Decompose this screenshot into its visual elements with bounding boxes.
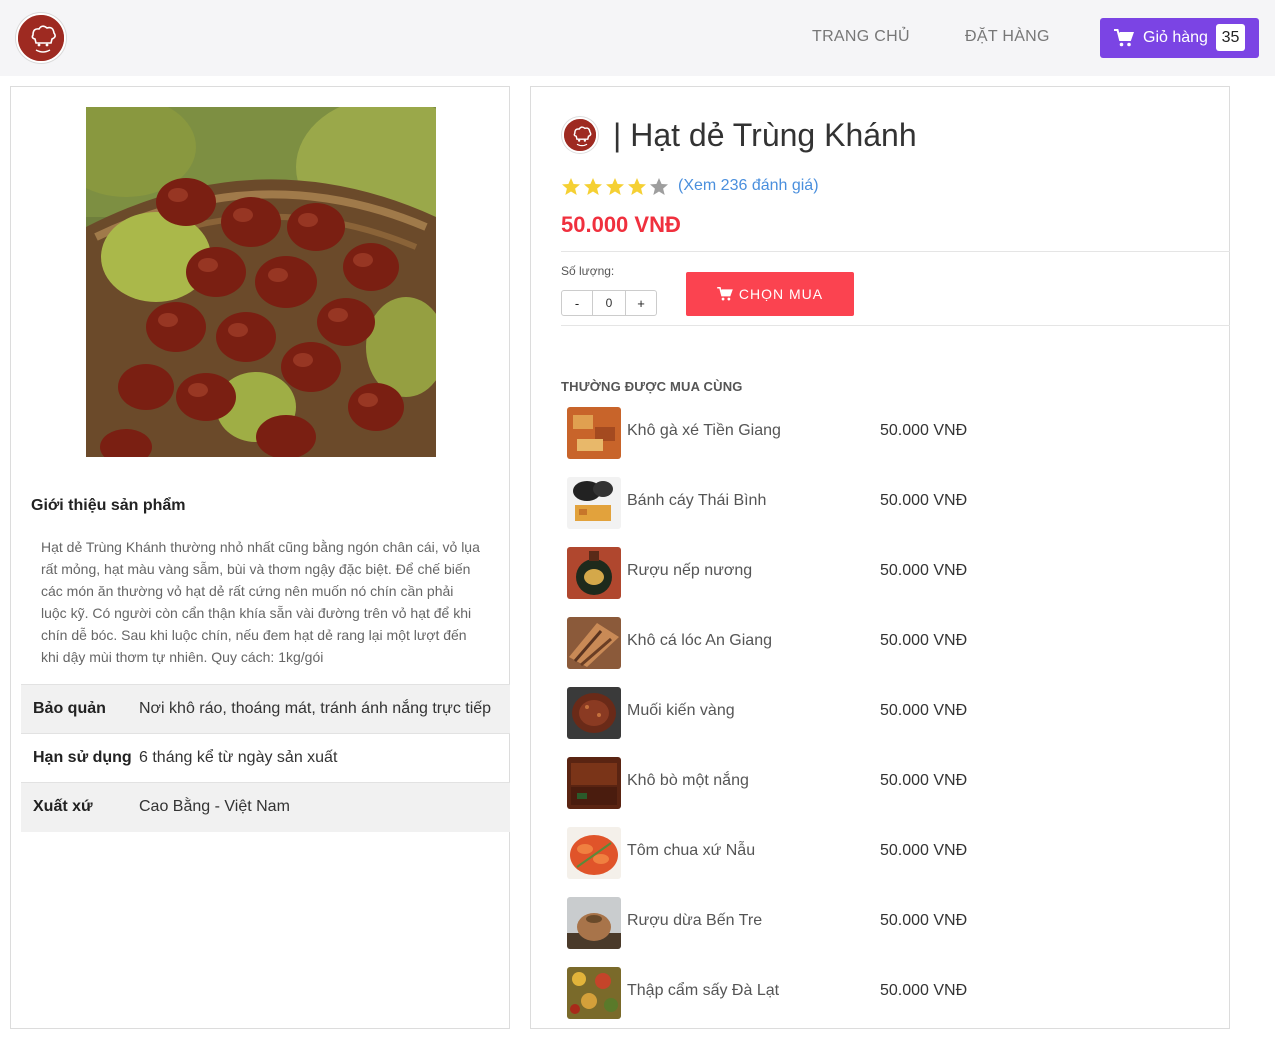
spec-value: Cao Bằng - Việt Nam [139,798,290,816]
spec-key: Hạn sử dụng [33,749,132,766]
related-item-price: 50.000 VNĐ [880,982,968,999]
related-item[interactable]: Khô bò một nắng 50.000 VNĐ [567,757,987,809]
related-item-price: 50.000 VNĐ [880,772,968,789]
related-item-price: 50.000 VNĐ [880,562,968,579]
related-item-name: Thập cẩm sấy Đà Lạt [627,982,780,999]
product-detail-panel: | Hạt dẻ Trùng Khánh (Xem 236 đánh giá) … [530,86,1230,1029]
chef-logo-icon[interactable] [16,13,66,63]
related-item-price: 50.000 VNĐ [880,632,968,649]
spec-value: 6 tháng kể từ ngày sản xuất [139,749,338,766]
spec-key: Xuất xứ [33,798,93,816]
related-thumbnail [567,897,621,949]
product-title: | Hạt dẻ Trùng Khánh [613,117,917,153]
spec-key: Bảo quản [33,700,106,717]
cart-icon [1114,29,1134,47]
related-item[interactable]: Khô gà xé Tiền Giang 50.000 VNĐ [567,407,987,459]
divider [561,251,1230,252]
related-thumbnail [567,477,621,529]
star-filled-icon [606,178,624,195]
intro-text: Hạt dẻ Trùng Khánh thường nhỏ nhất cũng … [41,539,480,665]
related-item-price: 50.000 VNĐ [880,492,968,509]
top-navbar: TRANG CHỦ ĐẶT HÀNG Giỏ hàng 35 [0,0,1275,76]
related-title: THƯỜNG ĐƯỢC MUA CÙNG [561,379,743,394]
buy-button-label: CHỌN MUA [738,286,824,302]
related-item[interactable]: Tôm chua xứ Nẫu 50.000 VNĐ [567,827,987,879]
spec-row: Bảo quản Nơi khô ráo, thoáng mát, tránh … [21,684,510,734]
buy-button[interactable]: CHỌN MUA [686,272,854,316]
related-item[interactable]: Rượu dừa Bến Tre 50.000 VNĐ [567,897,987,949]
cart-label: Giỏ hàng [1143,29,1208,46]
increment-button[interactable]: + [626,291,656,315]
related-item[interactable]: Thập cẩm sấy Đà Lạt 50.000 VNĐ [567,967,987,1019]
related-item-name: Khô bò một nắng [627,772,749,789]
star-filled-icon [562,178,580,195]
related-item[interactable]: Rượu nếp nương 50.000 VNĐ [567,547,987,599]
quantity-label: Số lượng: [561,264,615,278]
related-thumbnail [567,687,621,739]
cart-count-badge: 35 [1216,24,1245,51]
quantity-input[interactable]: 0 [592,291,626,315]
related-thumbnail [567,827,621,879]
related-thumbnail [567,407,621,459]
related-thumbnail [567,967,621,1019]
related-item-name: Muối kiến vàng [627,702,735,719]
related-item-price: 50.000 VNĐ [880,912,968,929]
related-thumbnail [567,617,621,669]
product-info-panel: Giới thiệu sản phẩm Hạt dẻ Trùng Khánh t… [10,86,510,1029]
related-item-name: Khô cá lóc An Giang [627,632,772,649]
related-item[interactable]: Muối kiến vàng 50.000 VNĐ [567,687,987,739]
related-thumbnail [567,757,621,809]
related-thumbnail [567,547,621,599]
related-item-price: 50.000 VNĐ [880,422,968,439]
related-item-name: Bánh cáy Thái Bình [627,492,767,509]
chef-logo-icon [562,117,598,153]
spec-value: Nơi khô ráo, thoáng mát, tránh ánh nắng … [139,700,492,717]
related-item-price: 50.000 VNĐ [880,702,968,719]
star-filled-icon [628,178,646,195]
review-link[interactable]: (Xem 236 đánh giá) [678,177,819,195]
decrement-button[interactable]: - [562,291,592,315]
spec-table: Bảo quản Nơi khô ráo, thoáng mát, tránh … [21,684,510,832]
cart-button[interactable]: Giỏ hàng 35 [1100,18,1259,58]
star-empty-icon [650,178,668,195]
intro-title: Giới thiệu sản phẩm [31,497,186,514]
quantity-stepper: - 0 + [561,290,657,316]
product-image [86,107,436,457]
product-price: 50.000 VNĐ [561,212,681,237]
spec-row: Hạn sử dụng 6 tháng kể từ ngày sản xuất [21,733,510,783]
rating-stars [561,177,671,197]
divider [561,325,1230,326]
star-filled-icon [584,178,602,195]
related-item[interactable]: Bánh cáy Thái Bình 50.000 VNĐ [567,477,987,529]
related-item[interactable]: Khô cá lóc An Giang 50.000 VNĐ [567,617,987,669]
cart-icon [717,287,733,301]
nav-link-home[interactable]: TRANG CHỦ [812,28,910,46]
nav-link-order[interactable]: ĐẶT HÀNG [965,28,1050,46]
related-item-price: 50.000 VNĐ [880,842,968,859]
related-item-name: Rượu nếp nương [627,562,753,579]
related-item-name: Rượu dừa Bến Tre [627,912,763,929]
related-item-name: Khô gà xé Tiền Giang [627,422,781,439]
related-item-name: Tôm chua xứ Nẫu [627,842,756,859]
spec-row: Xuất xứ Cao Bằng - Việt Nam [21,782,510,832]
